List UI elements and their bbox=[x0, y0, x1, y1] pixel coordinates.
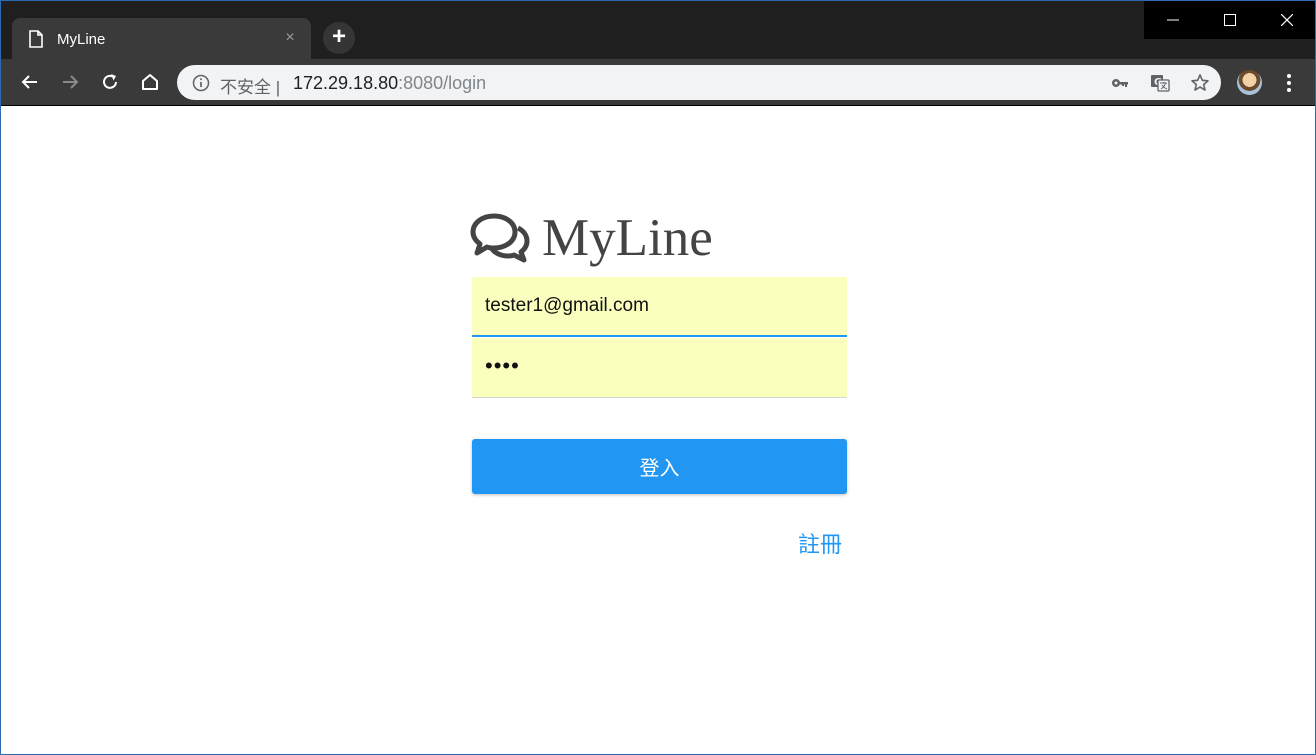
email-value: tester1@gmail.com bbox=[485, 295, 649, 316]
home-icon bbox=[142, 74, 158, 90]
minimize-icon bbox=[1166, 19, 1179, 21]
address-bar[interactable]: 不安全 | 172.29.18.80:8080/login G bbox=[177, 65, 1221, 100]
browser-toolbar: 不安全 | 172.29.18.80:8080/login G bbox=[1, 59, 1315, 106]
document-icon bbox=[29, 30, 43, 48]
close-icon bbox=[1280, 14, 1293, 26]
star-icon[interactable] bbox=[1189, 72, 1211, 94]
chat-bubbles-icon bbox=[470, 212, 530, 264]
browser-window: MyLine × + 不安全 | 172.29.18.80:8080/login… bbox=[0, 0, 1316, 755]
password-value: •••• bbox=[485, 352, 520, 378]
url-path: :8080/login bbox=[398, 73, 487, 93]
tab-title: MyLine bbox=[57, 31, 106, 48]
more-vertical-icon[interactable] bbox=[1281, 70, 1297, 95]
reload-icon bbox=[103, 74, 117, 89]
new-tab-button[interactable]: + bbox=[323, 22, 355, 54]
url-text: 172.29.18.80:8080/login bbox=[293, 73, 486, 94]
maximize-button[interactable] bbox=[1201, 1, 1258, 39]
info-icon[interactable] bbox=[192, 74, 210, 92]
tab-strip: MyLine × + bbox=[1, 1, 1315, 59]
password-field[interactable]: •••• bbox=[472, 338, 847, 398]
translate-icon[interactable]: G bbox=[1149, 72, 1171, 94]
window-controls bbox=[1144, 1, 1315, 39]
app-title: MyLine bbox=[542, 209, 713, 267]
maximize-icon bbox=[1223, 14, 1236, 26]
key-icon[interactable] bbox=[1109, 72, 1131, 94]
email-field[interactable]: tester1@gmail.com bbox=[472, 277, 847, 337]
arrow-right-icon bbox=[63, 75, 79, 89]
security-label: 不安全 | bbox=[220, 78, 281, 97]
forward-button[interactable] bbox=[57, 69, 83, 95]
login-button[interactable]: 登入 bbox=[472, 439, 847, 494]
browser-tab[interactable]: MyLine × bbox=[12, 18, 311, 59]
minimize-button[interactable] bbox=[1144, 1, 1201, 39]
url-host: 172.29.18.80 bbox=[293, 73, 399, 93]
back-button[interactable] bbox=[17, 69, 43, 95]
app-logo: MyLine bbox=[470, 206, 713, 270]
home-button[interactable] bbox=[137, 69, 163, 95]
tab-close-icon[interactable]: × bbox=[281, 28, 299, 48]
close-window-button[interactable] bbox=[1258, 1, 1315, 39]
arrow-left-icon bbox=[21, 75, 37, 89]
reload-button[interactable] bbox=[97, 69, 123, 95]
profile-avatar[interactable] bbox=[1237, 70, 1262, 95]
register-link[interactable]: 註冊 bbox=[798, 527, 842, 559]
